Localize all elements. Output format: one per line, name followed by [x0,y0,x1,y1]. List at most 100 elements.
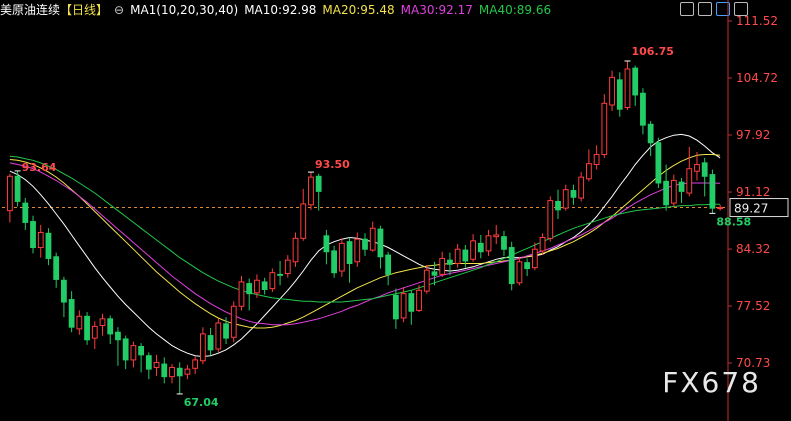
candle [516,256,523,286]
candle-body [400,293,407,319]
candle-body [524,262,531,270]
candle-body [354,238,361,263]
candle-body [315,175,322,192]
candle [470,234,476,262]
candle-body [562,189,569,209]
candle [454,244,461,268]
candle-body [539,236,546,252]
candle [362,233,368,256]
candle [61,276,67,318]
candle-body [555,200,561,211]
candle-body [6,175,13,212]
candle [53,252,60,288]
candle-body [22,202,29,223]
candle-body [493,234,500,238]
candle [184,364,191,380]
candle-body [14,175,21,202]
candle-body [709,174,716,209]
candle-body [470,240,476,260]
candle [616,72,623,117]
candle [555,189,561,220]
candle [68,291,75,333]
candle-body [439,257,446,275]
candle-body [601,102,608,155]
candle [701,157,708,197]
candle-body [99,318,106,327]
candle-body [454,248,461,264]
y-tick-label: 77.52 [736,299,770,313]
candle [678,177,685,204]
candle [601,94,608,158]
candle-body [169,366,175,378]
candle [709,169,716,214]
candle-body [153,361,160,368]
candle-body [138,345,145,356]
candlestick-chart[interactable]: 111.52104.7297.9291.1284.3277.5270.7389.… [0,0,791,421]
candle [686,146,693,197]
y-tick-label: 84.32 [736,242,770,256]
candle-body [570,190,577,198]
candle-body [199,333,206,362]
candle [632,65,639,106]
candle [223,317,229,344]
candle-body [531,248,538,269]
candle [84,312,90,345]
candle-body [284,259,291,275]
candle-body [184,368,191,375]
candle-body [447,259,453,265]
candle-body [408,293,415,312]
candle [562,184,569,211]
candle [22,198,29,230]
candle-body [616,79,623,110]
candle-body [223,323,229,339]
candle [547,196,554,242]
candle [392,288,399,329]
candle [570,184,577,205]
candle [207,328,214,356]
candle-body [308,176,314,206]
candle-body [176,367,183,377]
y-tick-label: 97.92 [736,128,770,142]
candle-body [277,273,283,276]
candle-body [516,261,523,284]
candle-body [392,294,399,320]
candle-body [30,221,36,249]
candle-body [609,76,615,106]
candle-body [192,359,199,369]
annotation-mid-high: 93.50 [315,158,350,171]
candle [670,174,677,208]
candle-body [593,153,600,166]
candle-body [578,176,585,199]
candle-body [686,168,693,194]
candle [578,172,585,202]
y-tick-label: 104.72 [736,71,778,85]
candle [609,70,615,111]
candle-body [377,228,384,258]
candle-body [53,256,60,280]
candle [416,285,422,313]
candle [655,137,662,189]
candle [115,327,121,366]
candle [493,224,500,245]
candle [169,364,175,384]
candle-body [292,237,299,263]
candle-body [655,142,662,184]
candle [524,258,531,277]
candle [269,268,276,292]
candle [377,225,384,269]
candle-body [91,325,98,339]
candle-body [323,235,330,253]
candle-body [246,283,253,295]
candle [624,60,631,111]
candle-body [338,242,345,272]
candle-body [585,163,592,180]
candle [37,224,44,258]
candle-body [145,355,152,370]
candle [585,149,592,182]
candle-body [416,289,422,311]
candle [238,276,245,311]
candle-body [547,200,554,239]
candle [6,173,13,223]
candle [647,120,654,157]
candle [508,241,515,291]
